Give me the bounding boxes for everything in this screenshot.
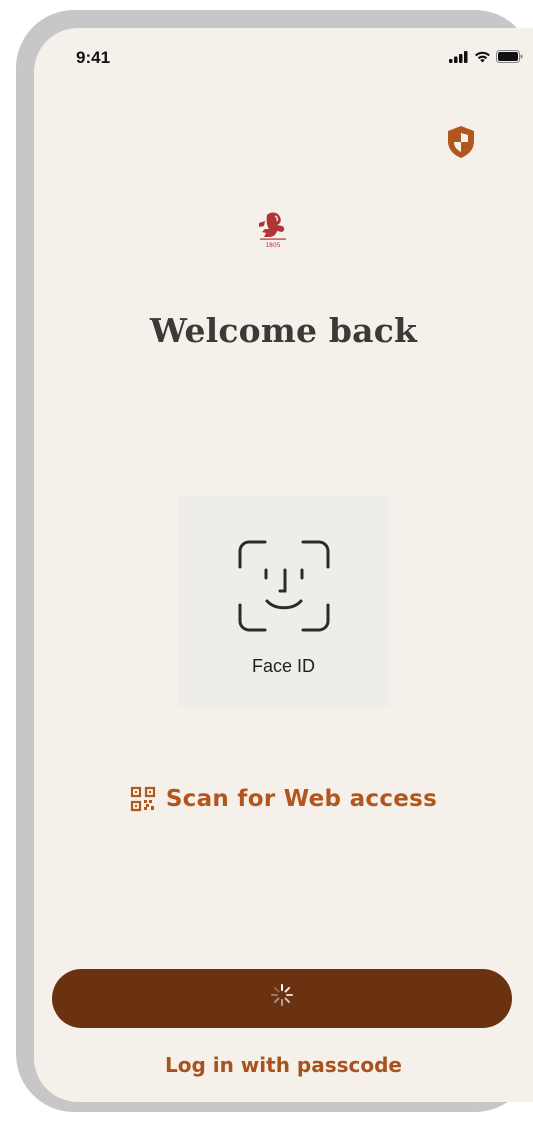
wifi-icon — [475, 51, 490, 62]
status-bar: 9:41 — [34, 28, 533, 82]
signal-icon — [449, 50, 468, 63]
face-id-label: Face ID — [251, 656, 316, 676]
app-screen: 9:41 1805 Welcome back Face ID Scan for … — [34, 28, 533, 1102]
page-title: Welcome back — [149, 311, 418, 350]
scan-web-access-label: Scan for Web access — [165, 786, 438, 812]
spinner-icon — [271, 984, 293, 1006]
scan-web-access-link[interactable]: Scan for Web access — [34, 786, 533, 812]
lion-crest-logo: 1805 — [259, 212, 286, 249]
qr-code-icon — [130, 786, 155, 812]
login-button[interactable] — [52, 969, 512, 1028]
shield-icon[interactable] — [446, 124, 476, 160]
logo-year-text: 1805 — [265, 242, 280, 249]
status-time: 9:41 — [76, 48, 111, 67]
face-id-button[interactable]: Face ID — [178, 496, 389, 707]
battery-icon — [496, 50, 523, 63]
passcode-login-link[interactable]: Log in with passcode — [34, 1053, 533, 1077]
face-id-icon — [238, 540, 330, 632]
status-icons — [449, 50, 523, 63]
